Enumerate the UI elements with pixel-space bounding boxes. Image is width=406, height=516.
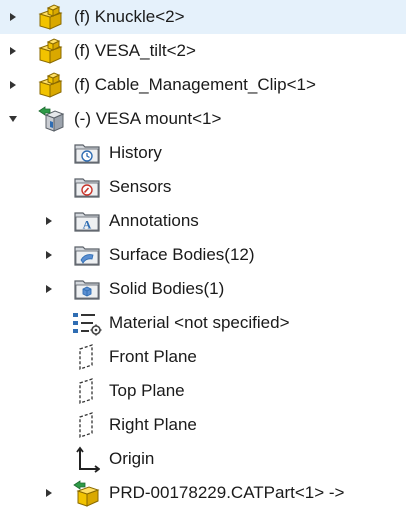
expand-arrow-icon[interactable] <box>42 204 56 238</box>
tree-item-label: Sensors <box>109 177 172 196</box>
tree-item-label: Front Plane <box>109 347 197 366</box>
tree-item-cable-management-clip[interactable]: (f) Cable_Management_Clip<1> <box>0 68 406 102</box>
assembly-part-icon <box>36 70 66 100</box>
tree-item-label: Surface Bodies(12) <box>109 245 255 264</box>
tree-item-label: Origin <box>109 449 155 468</box>
part-icon <box>36 104 66 134</box>
expand-arrow-icon[interactable] <box>6 34 20 68</box>
expand-arrow-icon[interactable] <box>42 476 56 510</box>
tree-item-vesa-tilt[interactable]: (f) VESA_tilt<2> <box>0 34 406 68</box>
tree-item-label: Material <not specified> <box>109 313 290 332</box>
tree-item-label: History <box>109 143 162 162</box>
tree-item-label: Solid Bodies(1) <box>109 279 225 298</box>
surface-bodies-folder-icon <box>72 240 102 270</box>
solid-bodies-folder-icon <box>72 274 102 304</box>
tree-item-annotations[interactable]: A Annotations <box>0 204 406 238</box>
expand-arrow-icon[interactable] <box>6 0 20 34</box>
external-reference-part-icon <box>72 478 102 508</box>
tree-item-top-plane[interactable]: Top Plane <box>0 374 406 408</box>
tree-item-label: Top Plane <box>109 381 185 400</box>
assembly-part-icon <box>36 36 66 66</box>
tree-item-history[interactable]: History <box>0 136 406 170</box>
plane-icon <box>72 376 102 406</box>
tree-item-label: Annotations <box>109 211 199 230</box>
expand-arrow-icon[interactable] <box>42 238 56 272</box>
tree-item-front-plane[interactable]: Front Plane <box>0 340 406 374</box>
tree-item-knuckle[interactable]: (f) Knuckle<2> <box>0 0 406 34</box>
material-icon <box>72 308 102 338</box>
tree-item-sensors[interactable]: Sensors <box>0 170 406 204</box>
tree-item-label: (-) VESA mount<1> <box>74 109 222 128</box>
feature-manager-tree: (f) Knuckle<2> (f) VESA_tilt<2> (f) Cabl… <box>0 0 406 516</box>
sensors-folder-icon <box>72 172 102 202</box>
tree-item-prd-catpart[interactable]: PRD-00178229.CATPart<1> -> <box>0 476 406 510</box>
tree-item-origin[interactable]: Origin <box>0 442 406 476</box>
plane-icon <box>72 410 102 440</box>
tree-item-material[interactable]: Material <not specified> <box>0 306 406 340</box>
tree-item-label: (f) VESA_tilt<2> <box>74 41 196 60</box>
tree-item-label: (f) Knuckle<2> <box>74 7 185 26</box>
tree-item-surface-bodies[interactable]: Surface Bodies(12) <box>0 238 406 272</box>
tree-item-solid-bodies[interactable]: Solid Bodies(1) <box>0 272 406 306</box>
tree-item-label: (f) Cable_Management_Clip<1> <box>74 75 316 94</box>
tree-item-label: Right Plane <box>109 415 197 434</box>
origin-icon <box>72 444 102 474</box>
expand-arrow-icon[interactable] <box>6 68 20 102</box>
plane-icon <box>72 342 102 372</box>
annotations-folder-icon: A <box>72 206 102 236</box>
tree-item-right-plane[interactable]: Right Plane <box>0 408 406 442</box>
tree-item-vesa-mount[interactable]: (-) VESA mount<1> <box>0 102 406 136</box>
history-folder-icon <box>72 138 102 168</box>
tree-item-label: PRD-00178229.CATPart<1> -> <box>109 483 345 502</box>
expand-arrow-icon[interactable] <box>42 272 56 306</box>
svg-text:A: A <box>83 218 92 232</box>
collapse-arrow-icon[interactable] <box>6 102 20 136</box>
assembly-part-icon <box>36 2 66 32</box>
